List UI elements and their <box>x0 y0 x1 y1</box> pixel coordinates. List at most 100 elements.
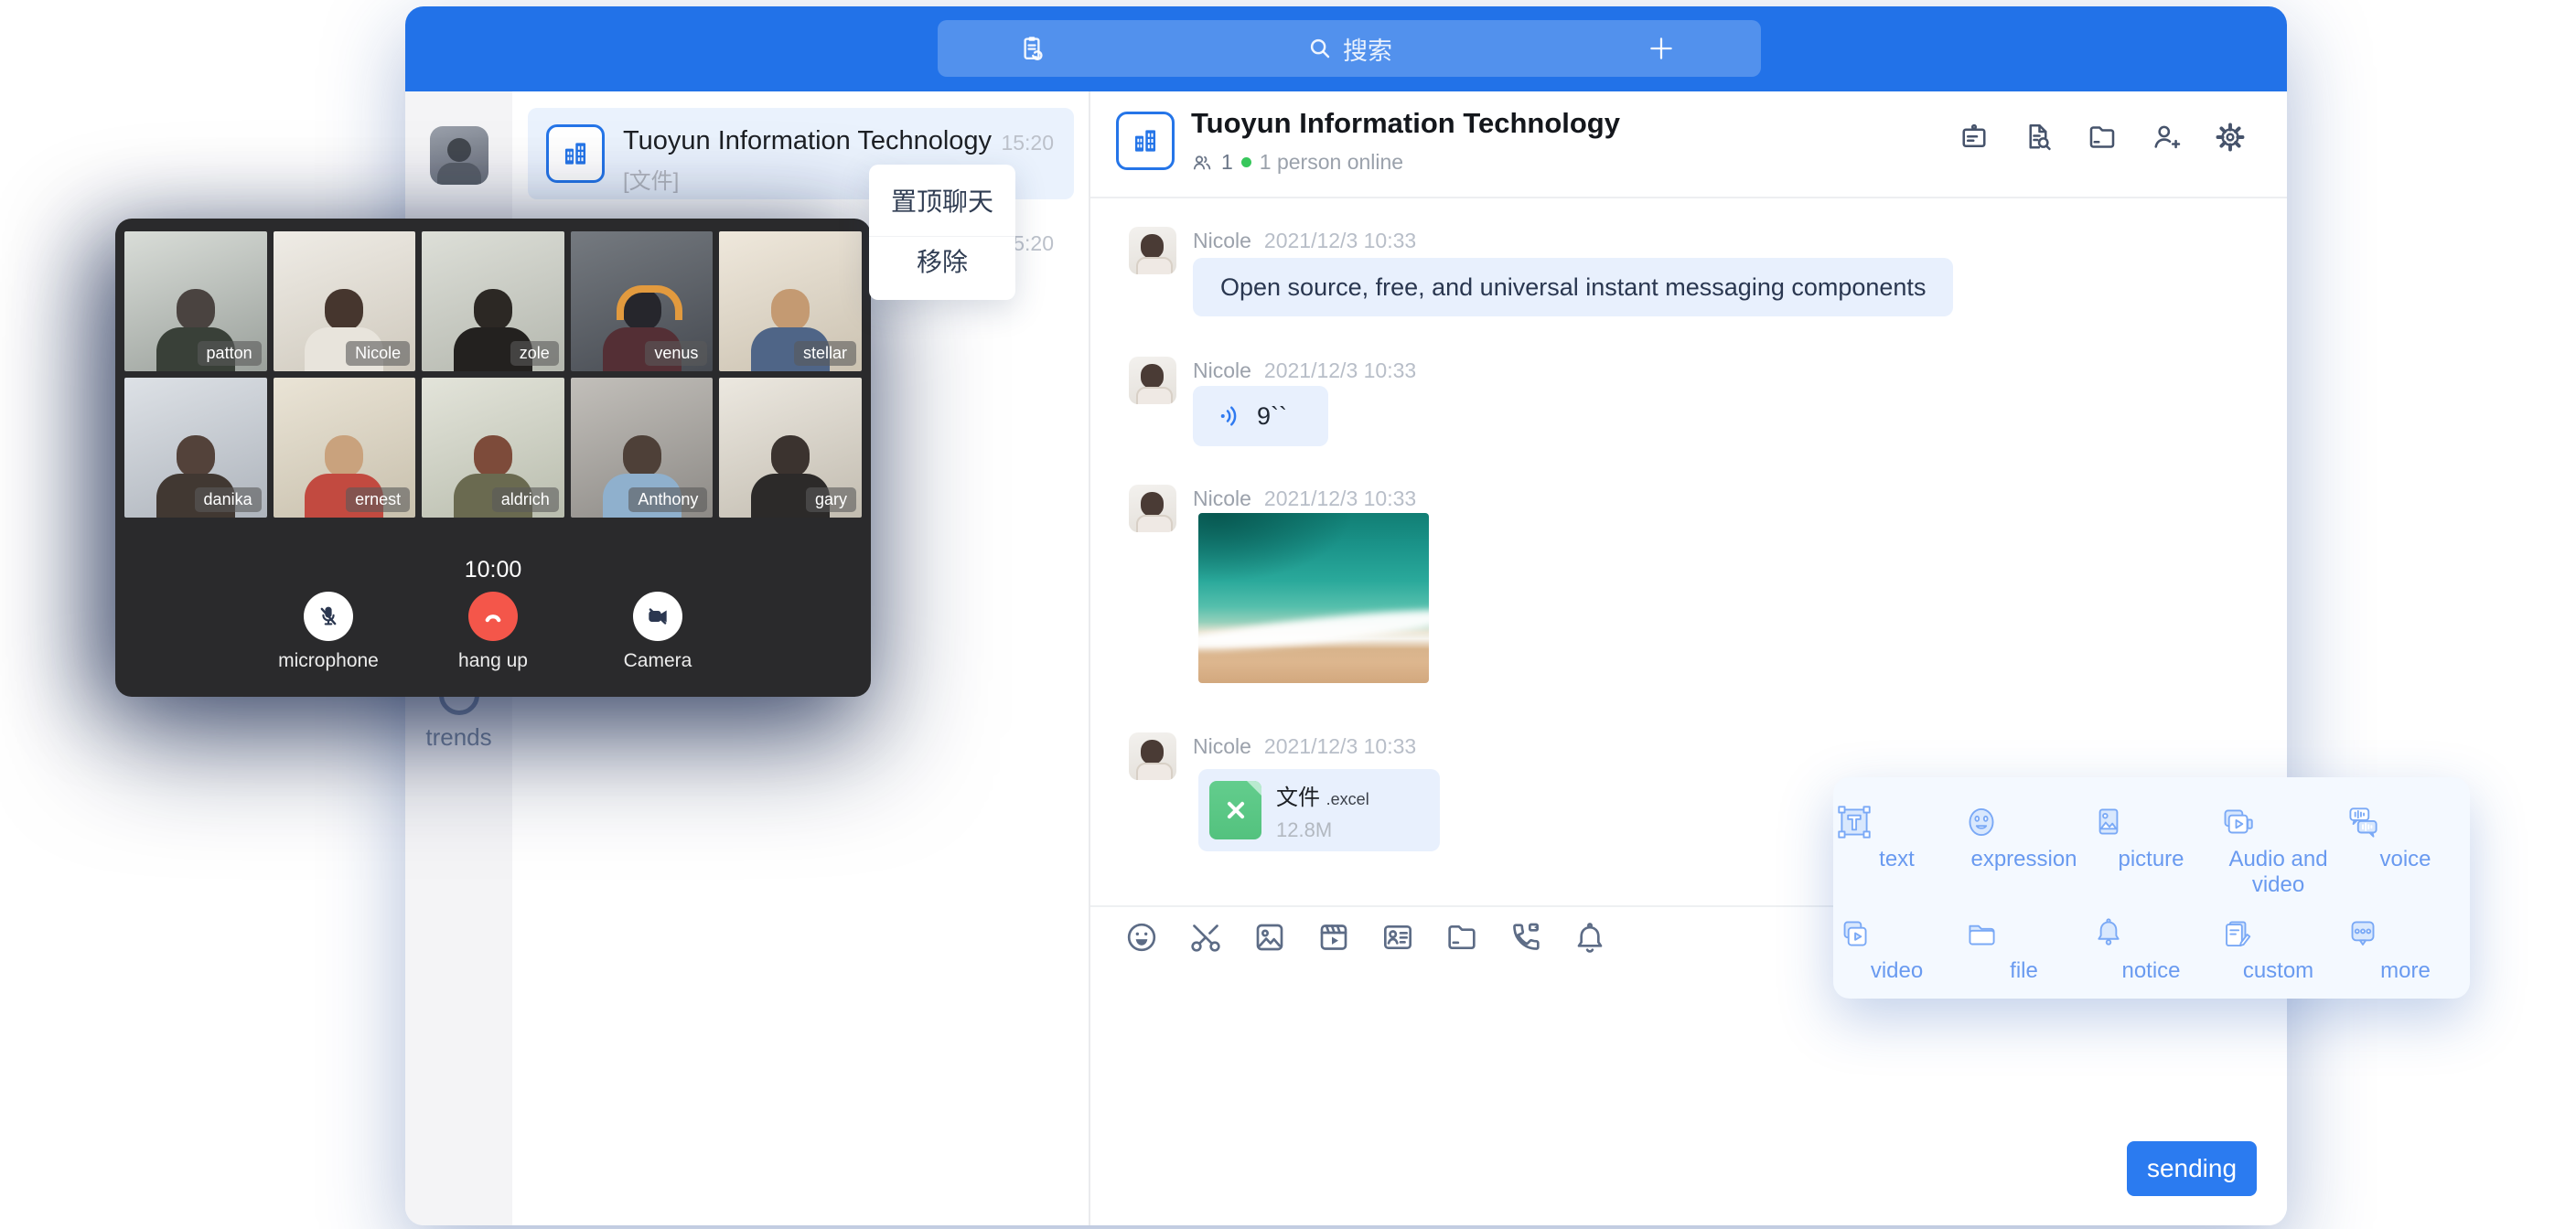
panel-item-more[interactable]: more <box>2342 913 2469 984</box>
audio-video-icon <box>2215 801 2342 843</box>
camera-muted-button[interactable] <box>633 592 682 641</box>
emoji-icon[interactable] <box>1123 919 1160 956</box>
message-image-beach[interactable] <box>1198 513 1429 683</box>
chat-title: Tuoyun Information Technology <box>1191 107 1620 140</box>
my-avatar[interactable] <box>430 126 488 185</box>
panel-item-notice[interactable]: notice <box>2088 913 2215 984</box>
panel-item-audio-video[interactable]: Audio and video <box>2215 801 2342 898</box>
conversation-last-message: [文件] <box>623 163 679 195</box>
plus-icon[interactable] <box>1646 33 1677 64</box>
call-duration: 10:00 <box>115 557 871 583</box>
panel-item-voice[interactable]: voice <box>2342 801 2469 898</box>
panel-item-label: Audio and video <box>2215 847 2342 898</box>
participant-tile[interactable]: venus <box>571 231 714 371</box>
menu-item-remove[interactable]: 移除 <box>869 236 1015 288</box>
participant-tile[interactable]: ernest <box>274 378 416 518</box>
picture-icon[interactable] <box>1251 919 1288 956</box>
file-icon <box>1960 913 2088 955</box>
avatar[interactable] <box>1129 227 1176 274</box>
participant-tile[interactable]: danika <box>124 378 267 518</box>
panel-item-video[interactable]: video <box>1833 913 1960 984</box>
message-type-panel: text expression picture <box>1833 777 2470 999</box>
participant-tile[interactable]: aldrich <box>422 378 564 518</box>
chat-header: Tuoyun Information Technology 1 1 person… <box>1090 91 2287 198</box>
message-time: 2021/12/3 10:33 <box>1264 358 1416 382</box>
online-dot <box>1241 157 1251 167</box>
participant-name: aldrich <box>492 487 559 512</box>
hangup-control: hang up <box>440 592 546 672</box>
file-ext: .excel <box>1326 790 1369 808</box>
message-voice[interactable]: 9`` <box>1193 386 1328 446</box>
panel-item-label: video <box>1833 958 1960 984</box>
participant-tile[interactable]: Anthony <box>571 378 714 518</box>
panel-item-file[interactable]: file <box>1960 913 2088 984</box>
video-call-icon[interactable] <box>1508 919 1544 956</box>
voice-wave-icon <box>1217 402 1244 430</box>
video-call-overlay: patton Nicole zole venus stellar danika … <box>115 219 871 697</box>
panel-item-label: file <box>1960 958 2088 984</box>
message-text[interactable]: Open source, free, and universal instant… <box>1193 258 1953 316</box>
call-records-icon[interactable] <box>1016 33 1047 64</box>
participant-name: ernest <box>346 487 410 512</box>
group-avatar-icon <box>1116 112 1175 170</box>
menu-item-pin-chat[interactable]: 置顶聊天 <box>869 176 1015 228</box>
conversation-time: 15:20 <box>1001 131 1054 155</box>
search-placeholder: 搜索 <box>1343 31 1392 67</box>
notification-bell-icon[interactable] <box>1572 919 1608 956</box>
search-field[interactable]: 搜索 <box>1306 31 1392 67</box>
custom-icon <box>2215 913 2342 955</box>
video-clip-icon[interactable] <box>1315 919 1352 956</box>
panel-item-picture[interactable]: picture <box>2088 801 2215 898</box>
contact-card-icon[interactable] <box>1379 919 1416 956</box>
panel-item-label: expression <box>1960 847 2088 872</box>
microphone-muted-button[interactable] <box>304 592 353 641</box>
add-member-icon[interactable] <box>2150 121 2183 154</box>
more-icon <box>2342 913 2469 955</box>
folder-icon[interactable] <box>1444 919 1480 956</box>
participant-tile[interactable]: stellar <box>719 231 862 371</box>
settings-icon[interactable] <box>2214 121 2247 154</box>
microphone-control: microphone <box>275 592 381 672</box>
avatar[interactable] <box>1129 485 1176 532</box>
panel-item-custom[interactable]: custom <box>2215 913 2342 984</box>
panel-item-expression[interactable]: expression <box>1960 801 2088 898</box>
panel-item-label: more <box>2342 958 2469 984</box>
send-button[interactable]: sending <box>2127 1141 2257 1196</box>
sender-name: Nicole <box>1193 734 1251 758</box>
voice-duration: 9`` <box>1257 402 1287 431</box>
message-meta: Nicole 2021/12/3 10:33 <box>1193 734 1416 759</box>
search-bar[interactable]: 搜索 <box>938 20 1761 77</box>
avatar-figure <box>447 138 471 162</box>
participant-tile[interactable]: patton <box>124 231 267 371</box>
call-controls: microphone hang up Camera <box>115 592 871 672</box>
avatar[interactable] <box>1129 357 1176 404</box>
chat-history-icon[interactable] <box>2022 121 2055 154</box>
participant-name: Anthony <box>628 487 707 512</box>
participant-tile[interactable]: gary <box>719 378 862 518</box>
search-icon <box>1306 35 1334 62</box>
panel-item-label: custom <box>2215 958 2342 984</box>
participant-name: stellar <box>794 341 856 366</box>
screenshot-scissors-icon[interactable] <box>1187 919 1224 956</box>
participant-tile[interactable]: Nicole <box>274 231 416 371</box>
hang-up-button[interactable] <box>468 592 518 641</box>
panel-item-label: voice <box>2342 847 2469 872</box>
avatar[interactable] <box>1129 732 1176 780</box>
message-meta: Nicole2021/12/3 10:33 <box>1193 229 1416 253</box>
sender-name: Nicole <box>1193 229 1251 252</box>
voice-icon <box>2342 801 2469 843</box>
group-notice-icon[interactable] <box>1958 121 1991 154</box>
message-file[interactable]: 文件 .excel 12.8M <box>1198 769 1440 851</box>
participant-name: zole <box>510 341 559 366</box>
panel-item-label: picture <box>2088 847 2215 872</box>
panel-item-label: text <box>1833 847 1960 872</box>
message-time: 2021/12/3 10:33 <box>1264 734 1416 758</box>
file-name: 文件 .excel <box>1276 785 1369 810</box>
participant-grid: patton Nicole zole venus stellar danika … <box>124 231 862 518</box>
participant-name: venus <box>645 341 707 366</box>
message-meta: Nicole2021/12/3 10:33 <box>1193 358 1416 383</box>
camera-control: Camera <box>605 592 711 672</box>
panel-item-text[interactable]: text <box>1833 801 1960 898</box>
participant-tile[interactable]: zole <box>422 231 564 371</box>
files-icon[interactable] <box>2086 121 2119 154</box>
